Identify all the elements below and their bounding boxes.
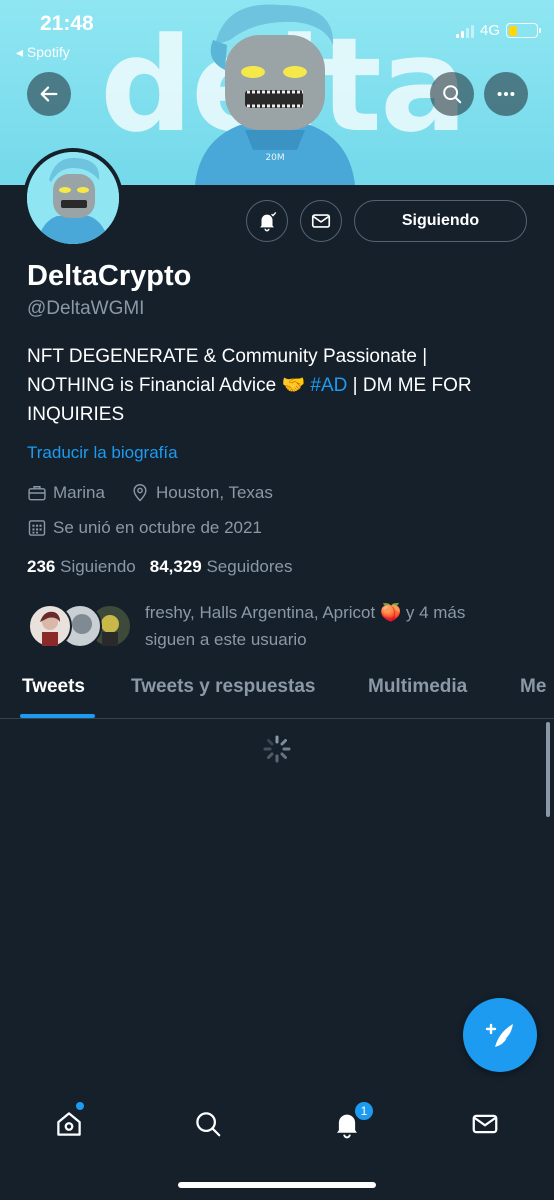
message-button[interactable] — [300, 200, 342, 242]
follower-avatar — [28, 604, 72, 648]
location-pin-icon — [133, 483, 147, 502]
hashtag-link[interactable]: #AD — [310, 375, 347, 396]
work-label: Marina — [53, 483, 105, 502]
compose-feather-icon — [485, 1023, 513, 1047]
following-stat[interactable]: 236 Siguiendo — [27, 557, 136, 577]
envelope-icon — [311, 214, 331, 228]
followed-by-line-2: siguen a este usuario — [145, 630, 307, 649]
profile-location: Houston, Texas — [130, 483, 273, 503]
envelope-icon — [472, 1114, 498, 1134]
tab-tweets[interactable]: Tweets — [22, 676, 85, 698]
search-icon — [196, 1112, 221, 1137]
active-tab-indicator — [20, 714, 95, 718]
profile-name: DeltaCrypto — [27, 260, 192, 292]
followers-count: 84,329 — [149, 557, 202, 576]
following-count: 236 — [27, 557, 56, 576]
more-options-button[interactable] — [484, 72, 528, 116]
bio-text: | DM ME FOR — [352, 375, 472, 396]
profile-stats: 236 Siguiendo 84,329 Seguidores — [27, 557, 292, 577]
profile-tabs: Tweets Tweets y respuestas Multimedia Me — [0, 670, 554, 719]
profile-bio: NFT DEGENERATE & Community Passionate | … — [27, 342, 537, 429]
search-icon — [443, 85, 462, 104]
profile-avatar[interactable] — [23, 148, 123, 248]
banner-character-image: 20M — [195, 4, 355, 185]
back-to-app-link[interactable]: ◂ Spotify — [16, 44, 70, 61]
signal-icon — [455, 24, 474, 38]
profile-work: Marina — [27, 483, 105, 503]
bio-line-2: NOTHING is Financial Advice 🤝 #AD | DM M… — [27, 371, 537, 400]
following-button[interactable]: Siguiendo — [354, 200, 527, 242]
calendar-icon — [28, 520, 46, 536]
bell-check-icon — [260, 212, 277, 232]
followers-stat[interactable]: 84,329 Seguidores — [150, 557, 293, 577]
joined-label: Se unió en octubre de 2021 — [53, 518, 262, 537]
battery-icon — [506, 23, 541, 38]
following-label: Siguiendo — [60, 557, 136, 576]
follower-avatar-image — [40, 611, 60, 646]
compose-tweet-button[interactable] — [463, 998, 537, 1072]
tab-likes[interactable]: Me — [520, 676, 546, 698]
notifications-badge: 1 — [353, 1100, 375, 1122]
more-horizontal-icon — [497, 91, 515, 97]
home-icon — [57, 1112, 81, 1136]
nav-home[interactable] — [49, 1104, 89, 1144]
avatar-image — [27, 152, 119, 244]
nav-search[interactable] — [188, 1104, 228, 1144]
search-button[interactable] — [430, 72, 474, 116]
profile-handle: @DeltaWGMI — [27, 298, 145, 319]
back-button[interactable] — [27, 72, 71, 116]
home-new-indicator — [76, 1102, 84, 1110]
arrow-left-icon — [40, 86, 58, 102]
followers-label: Seguidores — [206, 557, 293, 576]
status-indicators: 4G — [455, 22, 541, 39]
status-time: 21:48 — [40, 12, 94, 35]
followed-by-line-1: freshy, Halls Argentina, Apricot 🍑 y 4 m… — [145, 603, 466, 622]
briefcase-icon — [28, 486, 46, 501]
followed-by-text[interactable]: freshy, Halls Argentina, Apricot 🍑 y 4 m… — [145, 599, 525, 653]
translate-bio-link[interactable]: Traducir la biografía — [27, 443, 178, 463]
scrollbar[interactable] — [546, 722, 550, 817]
bio-text: NOTHING is Financial Advice 🤝 — [27, 375, 306, 396]
tab-tweets-and-replies[interactable]: Tweets y respuestas — [131, 676, 315, 698]
network-label: 4G — [479, 22, 500, 39]
tab-media[interactable]: Multimedia — [368, 676, 467, 698]
home-indicator-bar[interactable] — [178, 1182, 376, 1188]
nav-messages[interactable] — [465, 1104, 505, 1144]
hoodie-label: 20M — [265, 153, 284, 163]
location-label: Houston, Texas — [156, 483, 273, 502]
loading-spinner-icon — [263, 735, 291, 763]
profile-joined: Se unió en octubre de 2021 — [27, 518, 262, 538]
bio-line-1: NFT DEGENERATE & Community Passionate | — [27, 346, 428, 367]
notifications-toggle-button[interactable] — [246, 200, 288, 242]
bio-line-3: INQUIRIES — [27, 404, 125, 425]
